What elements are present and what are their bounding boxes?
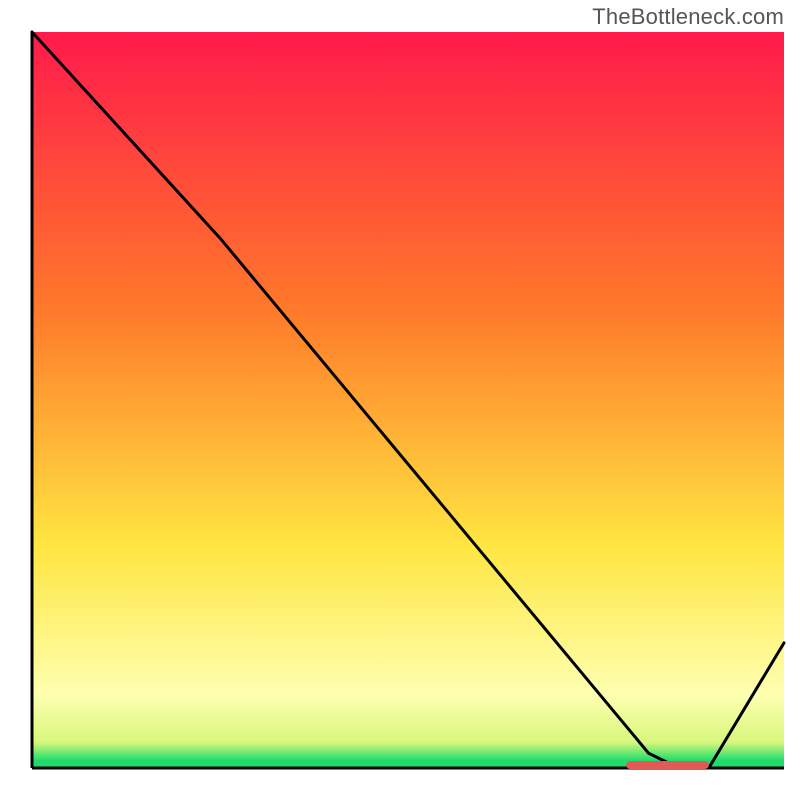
plot-background: [32, 32, 784, 768]
watermark-text: TheBottleneck.com: [592, 4, 784, 30]
optimal-range-marker: [626, 761, 709, 769]
bottleneck-chart: [0, 0, 800, 800]
